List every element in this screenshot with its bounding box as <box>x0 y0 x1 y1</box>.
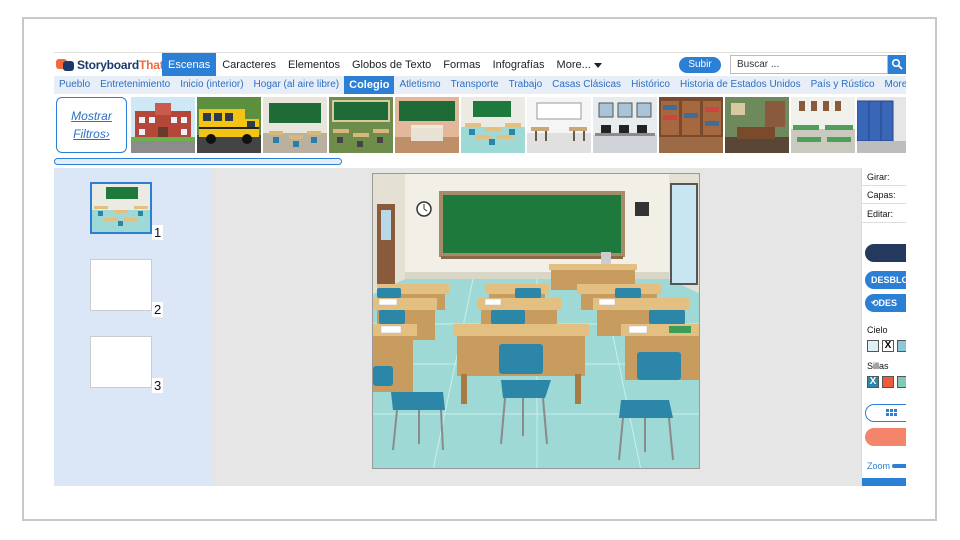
divider <box>862 203 906 204</box>
scene-thumb-lockers[interactable] <box>857 97 906 153</box>
undo-button[interactable]: ⟲DES <box>865 294 906 312</box>
storyboard-cell-1[interactable] <box>90 182 152 234</box>
nav-globos-de-texto[interactable]: Globos de Texto <box>346 53 437 77</box>
scene-thumb-principal-office[interactable] <box>725 97 789 153</box>
scene-thumb-outdoor-classroom[interactable] <box>329 97 393 153</box>
scene-thumb-library[interactable] <box>659 97 723 153</box>
canvas-area <box>211 168 861 486</box>
filters-label-line1: Mostrar <box>71 109 112 123</box>
top-nav: StoryboardThat Escenas Caracteres Elemen… <box>54 52 906 77</box>
category-entretenimiento[interactable]: Entretenimiento <box>95 76 175 94</box>
layers-label: Capas: <box>867 190 896 200</box>
nav-items: Escenas Caracteres Elementos Globos de T… <box>162 53 608 77</box>
category-historia-eeuu[interactable]: Historia de Estados Unidos <box>675 76 806 94</box>
bottom-action-bar[interactable] <box>862 478 906 486</box>
chairs-swatch-orange[interactable] <box>882 376 894 388</box>
scene-thumb-classroom-chalkboard[interactable] <box>263 97 327 153</box>
zoom-label: Zoom <box>867 461 891 471</box>
nav-infografias[interactable]: Infografías <box>487 53 551 77</box>
search-button[interactable] <box>888 55 906 74</box>
category-more[interactable]: More... <box>880 76 906 94</box>
category-pueblo[interactable]: Pueblo <box>54 76 95 94</box>
cell-number-1: 1 <box>152 225 164 240</box>
category-colegio[interactable]: Colegio <box>344 76 395 94</box>
category-trabajo[interactable]: Trabajo <box>504 76 548 94</box>
grid-view-button[interactable] <box>865 404 906 422</box>
scene-thumb-school-exterior[interactable] <box>131 97 195 153</box>
category-pais-rustico[interactable]: País y Rústico <box>806 76 880 94</box>
category-atletismo[interactable]: Atletismo <box>394 76 445 94</box>
storyboard-cell-2[interactable] <box>90 259 152 311</box>
unlock-button[interactable]: DESBLOQ <box>865 271 906 289</box>
sky-label: Cielo <box>867 325 888 335</box>
sky-swatch-light[interactable] <box>867 340 879 352</box>
scene-thumb-classroom-desks[interactable] <box>461 97 525 153</box>
thumbnail-scrollbar[interactable] <box>54 158 342 165</box>
chairs-swatch-teal[interactable] <box>897 376 906 388</box>
divider <box>862 185 906 186</box>
search-icon <box>891 58 903 70</box>
undo-icon: ⟲ <box>871 298 879 308</box>
category-hogar-aire-libre[interactable]: Hogar (al aire libre) <box>249 76 345 94</box>
dark-action-button[interactable] <box>865 244 906 262</box>
category-casas-clasicas[interactable]: Casas Clásicas <box>547 76 626 94</box>
caret-down-icon <box>593 62 602 68</box>
scene-thumb-teacher-desk[interactable] <box>395 97 459 153</box>
category-inicio-interior[interactable]: Inicio (interior) <box>175 76 248 94</box>
upload-button[interactable]: Subir <box>679 57 721 73</box>
sky-swatch-none[interactable]: X <box>882 340 894 352</box>
category-historico[interactable]: Histórico <box>626 76 675 94</box>
storyboard-cells-panel: 1 2 3 <box>54 168 211 486</box>
nav-formas[interactable]: Formas <box>437 53 486 77</box>
logo-icon <box>56 58 74 72</box>
nav-more-label: More... <box>556 59 591 71</box>
nav-more[interactable]: More... <box>551 53 608 77</box>
divider <box>862 222 906 223</box>
show-filters-button[interactable]: Mostrar Filtros› <box>56 97 127 153</box>
chairs-swatch-blue-selected[interactable]: X <box>867 376 879 388</box>
properties-panel: Girar: Capas: Editar: DESBLOQ ⟲DES Cielo… <box>861 168 906 486</box>
scene-thumb-cafeteria[interactable] <box>791 97 855 153</box>
logo[interactable]: StoryboardThat <box>56 56 164 74</box>
search-input[interactable] <box>730 55 888 74</box>
filters-label-line2: Filtros› <box>73 127 110 141</box>
logo-text: StoryboardThat <box>77 58 164 72</box>
scene-thumb-computer-lab[interactable] <box>593 97 657 153</box>
undo-label: DES <box>878 298 898 308</box>
scene-thumb-school-bus[interactable] <box>197 97 261 153</box>
nav-caracteres[interactable]: Caracteres <box>216 53 282 77</box>
category-transporte[interactable]: Transporte <box>446 76 504 94</box>
cell-number-3: 3 <box>152 378 164 393</box>
rotate-label: Girar: <box>867 172 890 182</box>
scene-thumbnail-strip: Mostrar Filtros› <box>54 94 906 158</box>
storyboard-cell-3[interactable] <box>90 336 152 388</box>
edit-label: Editar: <box>867 209 894 219</box>
chairs-label: Sillas <box>867 361 889 371</box>
zoom-slider[interactable] <box>892 464 906 468</box>
storyboard-app: StoryboardThat Escenas Caracteres Elemen… <box>54 52 906 486</box>
cell-number-2: 2 <box>152 302 164 317</box>
sky-swatch-blue[interactable] <box>897 340 906 352</box>
scene-canvas-classroom[interactable] <box>372 173 700 469</box>
orange-action-button[interactable] <box>865 428 906 446</box>
nav-escenas[interactable]: Escenas <box>162 53 217 77</box>
category-bar: Pueblo Entretenimiento Inicio (interior)… <box>54 76 906 94</box>
scene-thumb-art-room[interactable] <box>527 97 591 153</box>
nav-elementos[interactable]: Elementos <box>282 53 346 77</box>
grid-icon <box>886 409 897 416</box>
